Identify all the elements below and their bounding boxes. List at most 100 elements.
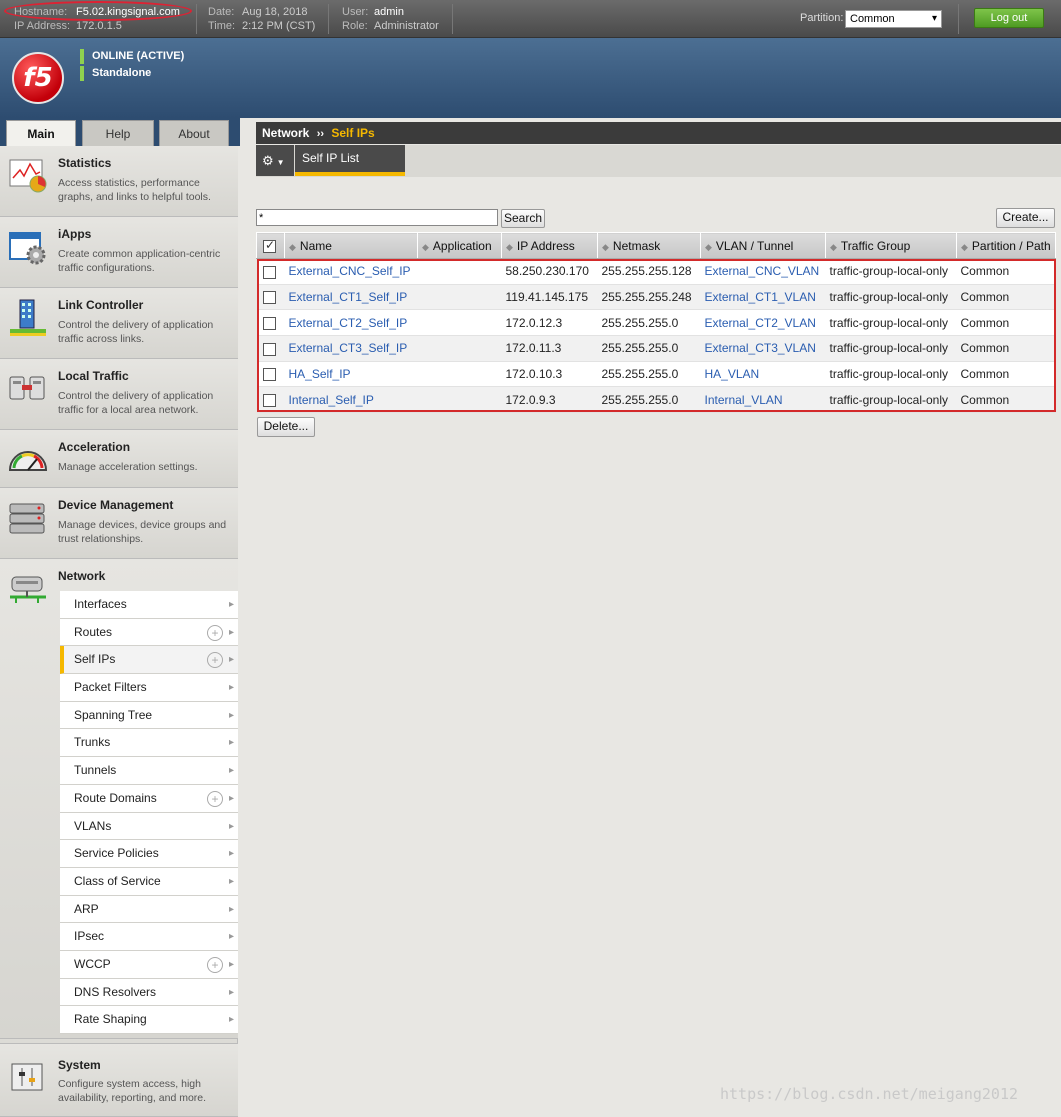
sidebar-item-arp[interactable]: ARP ▸: [60, 895, 238, 924]
vlan-link[interactable]: Internal_VLAN: [705, 393, 783, 407]
sidebar-item-label: VLANs: [74, 818, 112, 833]
vlan-link[interactable]: External_CT3_VLAN: [705, 341, 816, 355]
nav-title: Statistics: [58, 156, 112, 170]
table-row: External_CT2_Self_IP 172.0.12.3 255.255.25…: [256, 309, 1056, 337]
settings-menu-button[interactable]: ⚙ ▼: [256, 145, 294, 176]
sidebar-item-packet-filters[interactable]: Packet Filters ▸: [60, 674, 238, 702]
cell-partition: Common: [956, 284, 1056, 311]
sidebar-item-label: Spanning Tree: [74, 707, 153, 722]
tab-help[interactable]: Help: [82, 120, 154, 146]
cell-traffic-group: traffic-group-local-only: [825, 361, 957, 388]
add-circle-icon[interactable]: +: [207, 790, 223, 807]
nav-link-controller[interactable]: Link Controller Control the delivery of …: [0, 288, 238, 359]
self-ip-link[interactable]: Internal_Self_IP: [289, 393, 374, 407]
logout-button[interactable]: Log out: [974, 8, 1044, 28]
sidebar-item-interfaces[interactable]: Interfaces ▸: [60, 591, 238, 619]
delete-button[interactable]: Delete...: [257, 417, 315, 437]
column-header-ip-address[interactable]: ◆ IP Address: [501, 232, 598, 259]
cell-traffic-group: traffic-group-local-only: [825, 258, 957, 285]
vlan-link[interactable]: External_CT1_VLAN: [705, 290, 816, 304]
nav-local-traffic[interactable]: Local Traffic Control the delivery of ap…: [0, 359, 238, 430]
cell-traffic-group: traffic-group-local-only: [825, 309, 957, 337]
breadcrumb-parent[interactable]: Network: [262, 126, 309, 140]
column-header-netmask[interactable]: ◆ Netmask: [597, 232, 701, 259]
sidebar-item-wccp[interactable]: WCCP + ▸: [60, 950, 238, 979]
row-checkbox[interactable]: [262, 316, 276, 330]
nav-desc: Access statistics, performance graphs, a…: [58, 177, 211, 203]
column-header-name[interactable]: ◆ Name: [284, 232, 418, 259]
sidebar-item-spanning-tree[interactable]: Spanning Tree ▸: [60, 701, 238, 730]
tab-about[interactable]: About: [159, 120, 229, 146]
row-checkbox[interactable]: [262, 291, 276, 305]
tab-self-ip-list[interactable]: Self IP List: [295, 145, 405, 176]
nav-statistics[interactable]: Statistics Access statistics, performanc…: [0, 146, 238, 217]
cell-ip: 119.41.145.175: [501, 284, 598, 311]
row-checkbox[interactable]: [262, 368, 276, 382]
cell-application: [417, 335, 502, 362]
cell-value: Common: [960, 341, 1010, 356]
add-circle-icon[interactable]: +: [207, 956, 223, 973]
watermark-text: https://blog.csdn.net/meigang2012: [720, 1085, 1019, 1103]
vlan-link[interactable]: External_CT2_VLAN: [705, 316, 816, 330]
column-label: Partition / Path: [971, 238, 1051, 253]
sidebar-item-trunks[interactable]: Trunks ▸: [60, 729, 238, 758]
time-label: Time:: [208, 20, 236, 32]
sidebar-item-vlans[interactable]: VLANs ▸: [60, 812, 238, 841]
column-header-vlan-tunnel[interactable]: ◆ VLAN / Tunnel: [700, 232, 826, 259]
column-header-traffic-group[interactable]: ◆ Traffic Group: [825, 232, 957, 259]
sort-icon: ◆: [289, 241, 296, 252]
self-ip-link[interactable]: External_CT2_Self_IP: [289, 316, 408, 330]
nav-iapps[interactable]: iApps Create common application-centric …: [0, 217, 238, 288]
ip-label: IP Address:: [14, 20, 71, 32]
chevron-right-icon: ▸: [228, 958, 234, 970]
select-all-header[interactable]: [256, 232, 285, 259]
row-checkbox[interactable]: [262, 265, 276, 279]
sidebar-item-dns-resolvers[interactable]: DNS Resolvers ▸: [60, 978, 238, 1007]
sidebar-item-class-of-service[interactable]: Class of Service ▸: [60, 867, 238, 896]
nav-acceleration[interactable]: Acceleration Manage acceleration setting…: [0, 430, 238, 488]
self-ip-link[interactable]: External_CT1_Self_IP: [289, 290, 408, 304]
sidebar-item-label: Packet Filters: [74, 680, 147, 695]
search-input[interactable]: [256, 209, 498, 226]
sidebar-item-routes[interactable]: Routes + ▸: [60, 618, 238, 647]
cell-netmask: 255.255.255.0: [597, 309, 701, 337]
nav-system[interactable]: System Configure system access, high ava…: [0, 1043, 238, 1117]
sidebar-item-self-ips[interactable]: Self IPs + ▸: [60, 646, 238, 675]
self-ip-link[interactable]: External_CT3_Self_IP: [289, 341, 408, 355]
select-all-checkbox[interactable]: [263, 238, 276, 253]
sidebar-item-label: Rate Shaping: [74, 1012, 147, 1027]
network-device-icon: [10, 576, 46, 603]
add-circle-icon[interactable]: +: [207, 624, 223, 641]
vlan-link[interactable]: External_CNC_VLAN: [705, 264, 820, 278]
sidebar-item-route-domains[interactable]: Route Domains + ▸: [60, 784, 238, 813]
sort-icon: ◆: [705, 241, 712, 252]
self-ip-link[interactable]: HA_Self_IP: [289, 367, 351, 381]
row-select-cell: [256, 258, 285, 285]
role-value: Administrator: [374, 20, 439, 32]
sidebar-item-label: IPsec: [74, 929, 105, 944]
row-checkbox[interactable]: [262, 342, 276, 356]
nav-title: System: [58, 1058, 101, 1072]
partition-select[interactable]: Common ▾: [845, 10, 942, 28]
row-checkbox[interactable]: [262, 393, 276, 407]
nav-title: Local Traffic: [58, 369, 129, 383]
sidebar-item-service-policies[interactable]: Service Policies ▸: [60, 840, 238, 868]
column-header-partition-path[interactable]: ◆ Partition / Path: [956, 232, 1056, 259]
add-circle-icon[interactable]: +: [207, 652, 223, 669]
vlan-link[interactable]: HA_VLAN: [705, 367, 760, 381]
sidebar-item-label: Class of Service: [74, 873, 161, 888]
column-label: Name: [299, 238, 332, 253]
role-label: Role:: [342, 20, 368, 32]
sidebar-item-label: Self IPs: [74, 652, 116, 667]
sidebar-item-ipsec[interactable]: IPsec ▸: [60, 923, 238, 951]
search-button[interactable]: Search: [501, 209, 545, 228]
create-button[interactable]: Create...: [996, 208, 1055, 228]
self-ip-link[interactable]: External_CNC_Self_IP: [289, 264, 411, 278]
nav-device-management[interactable]: Device Management Manage devices, device…: [0, 488, 238, 559]
sidebar-item-tunnels[interactable]: Tunnels ▸: [60, 757, 238, 785]
sidebar-item-rate-shaping[interactable]: Rate Shaping ▸: [60, 1006, 238, 1034]
column-header-application[interactable]: ◆ Application: [417, 232, 502, 259]
cell-application: [417, 309, 502, 337]
f5-logo: f5: [12, 52, 64, 104]
tab-main[interactable]: Main: [6, 120, 76, 146]
